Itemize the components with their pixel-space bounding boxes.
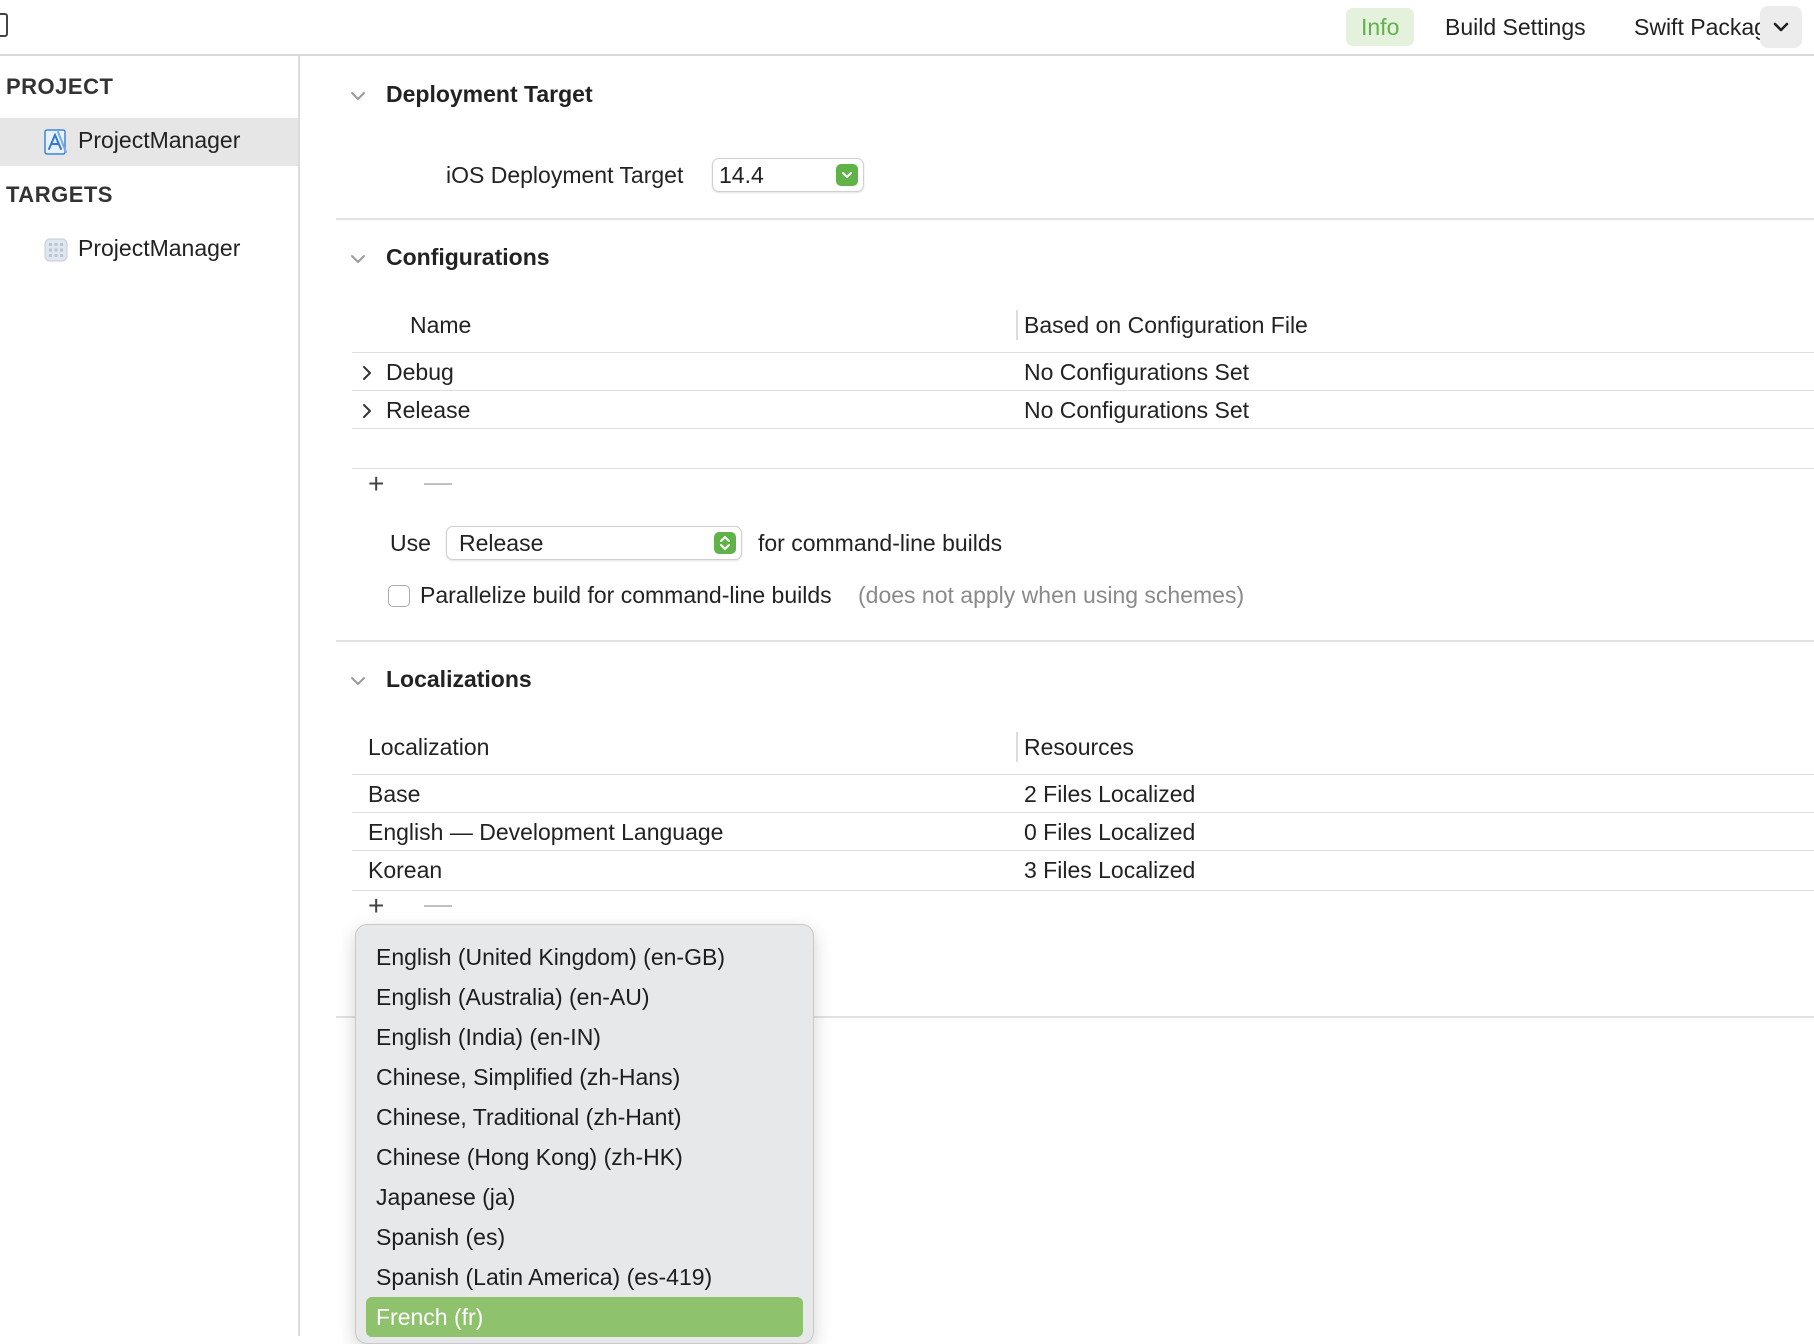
tab-info[interactable]: Info	[1346, 8, 1415, 46]
dropdown-arrow-icon	[836, 164, 858, 186]
section-divider	[336, 640, 1814, 642]
menu-item-es[interactable]: Spanish (es)	[366, 1217, 803, 1257]
table-bottom-divider	[352, 468, 1814, 469]
localization-resources: 2 Files Localized	[1024, 781, 1196, 807]
menu-item-en-gb[interactable]: English (United Kingdom) (en-GB)	[366, 937, 803, 977]
column-header-config-file[interactable]: Based on Configuration File	[1024, 312, 1308, 339]
row-divider	[352, 428, 1814, 429]
ios-deployment-target-popup[interactable]: 14.4	[712, 158, 864, 192]
configurations-title: Configurations	[386, 244, 550, 270]
config-name: Debug	[386, 359, 454, 385]
project-section-header: PROJECT	[6, 74, 114, 99]
chevron-down-icon	[1773, 22, 1789, 32]
remove-configuration-button[interactable]: —	[424, 466, 452, 498]
collapse-chevron-icon[interactable]	[348, 249, 368, 269]
up-down-arrows-icon	[714, 532, 736, 554]
sidebar-item-label: ProjectManager	[78, 127, 241, 153]
window-corner-icon	[0, 13, 8, 37]
table-row[interactable]: Release No Configurations Set	[352, 391, 1814, 429]
section-divider	[336, 218, 1814, 220]
column-header-localization[interactable]: Localization	[368, 734, 489, 761]
column-header-name[interactable]: Name	[410, 312, 471, 339]
table-bottom-divider	[352, 890, 1814, 891]
command-line-config-popup[interactable]: Release	[446, 526, 742, 560]
remove-localization-button[interactable]: —	[424, 888, 452, 920]
menu-item-es-419[interactable]: Spanish (Latin America) (es-419)	[366, 1257, 803, 1297]
localization-name: English — Development Language	[368, 819, 724, 845]
config-name: Release	[386, 397, 471, 423]
table-row[interactable]: Korean 3 Files Localized	[352, 851, 1814, 889]
sidebar-item-label: ProjectManager	[78, 235, 241, 261]
editor-tab-bar: Info Build Settings Swift Packages	[0, 0, 1814, 56]
add-language-menu: English (United Kingdom) (en-GB) English…	[355, 924, 814, 1344]
add-localization-button[interactable]: +	[368, 890, 384, 922]
menu-item-en-au[interactable]: English (Australia) (en-AU)	[366, 977, 803, 1017]
tab-swift-packages[interactable]: Swift Packages	[1634, 8, 1764, 46]
table-row[interactable]: English — Development Language 0 Files L…	[352, 813, 1814, 851]
localization-resources: 0 Files Localized	[1024, 819, 1196, 845]
table-row[interactable]: Debug No Configurations Set	[352, 353, 1814, 391]
collapse-chevron-icon[interactable]	[348, 86, 368, 106]
localization-resources: 3 Files Localized	[1024, 857, 1196, 883]
deployment-target-title: Deployment Target	[386, 81, 593, 107]
ios-deployment-target-value: 14.4	[719, 162, 764, 188]
disclosure-triangle-icon[interactable]	[360, 403, 374, 419]
menu-item-zh-hant[interactable]: Chinese, Traditional (zh-Hant)	[366, 1097, 803, 1137]
column-separator	[1016, 732, 1018, 762]
disclosure-triangle-icon[interactable]	[360, 365, 374, 381]
collapse-chevron-icon[interactable]	[348, 671, 368, 691]
targets-section-header: TARGETS	[6, 182, 113, 207]
column-separator	[1016, 310, 1018, 340]
localization-name: Base	[368, 781, 421, 807]
parallelize-checkbox[interactable]	[388, 585, 410, 607]
sidebar-item-target[interactable]: ProjectManager	[0, 226, 298, 274]
menu-item-fr[interactable]: French (fr)	[366, 1297, 803, 1337]
column-header-resources[interactable]: Resources	[1024, 734, 1134, 761]
config-file-value: No Configurations Set	[1024, 397, 1250, 423]
table-row[interactable]: Base 2 Files Localized	[352, 775, 1814, 813]
use-label: Use	[390, 530, 431, 556]
use-suffix-label: for command-line builds	[758, 530, 1003, 556]
parallelize-label[interactable]: Parallelize build for command-line build…	[420, 582, 832, 609]
more-tabs-button[interactable]	[1760, 6, 1802, 48]
menu-item-zh-hans[interactable]: Chinese, Simplified (zh-Hans)	[366, 1057, 803, 1097]
xcode-project-icon	[44, 129, 67, 155]
localizations-title: Localizations	[386, 666, 532, 692]
localization-name: Korean	[368, 857, 443, 883]
tab-build-settings[interactable]: Build Settings	[1445, 8, 1586, 46]
sidebar-item-project[interactable]: ProjectManager	[0, 118, 298, 166]
command-line-config-value: Release	[459, 530, 544, 556]
menu-item-zh-hk[interactable]: Chinese (Hong Kong) (zh-HK)	[366, 1137, 803, 1177]
parallelize-note: (does not apply when using schemes)	[858, 582, 1245, 608]
app-target-icon	[44, 238, 68, 262]
ios-deployment-target-label: iOS Deployment Target	[446, 162, 684, 188]
project-navigator: PROJECT ProjectManager TARGETS ProjectMa…	[0, 56, 300, 1336]
config-file-value: No Configurations Set	[1024, 359, 1250, 385]
menu-item-ja[interactable]: Japanese (ja)	[366, 1177, 803, 1217]
add-configuration-button[interactable]: +	[368, 468, 384, 500]
menu-item-en-in[interactable]: English (India) (en-IN)	[366, 1017, 803, 1057]
